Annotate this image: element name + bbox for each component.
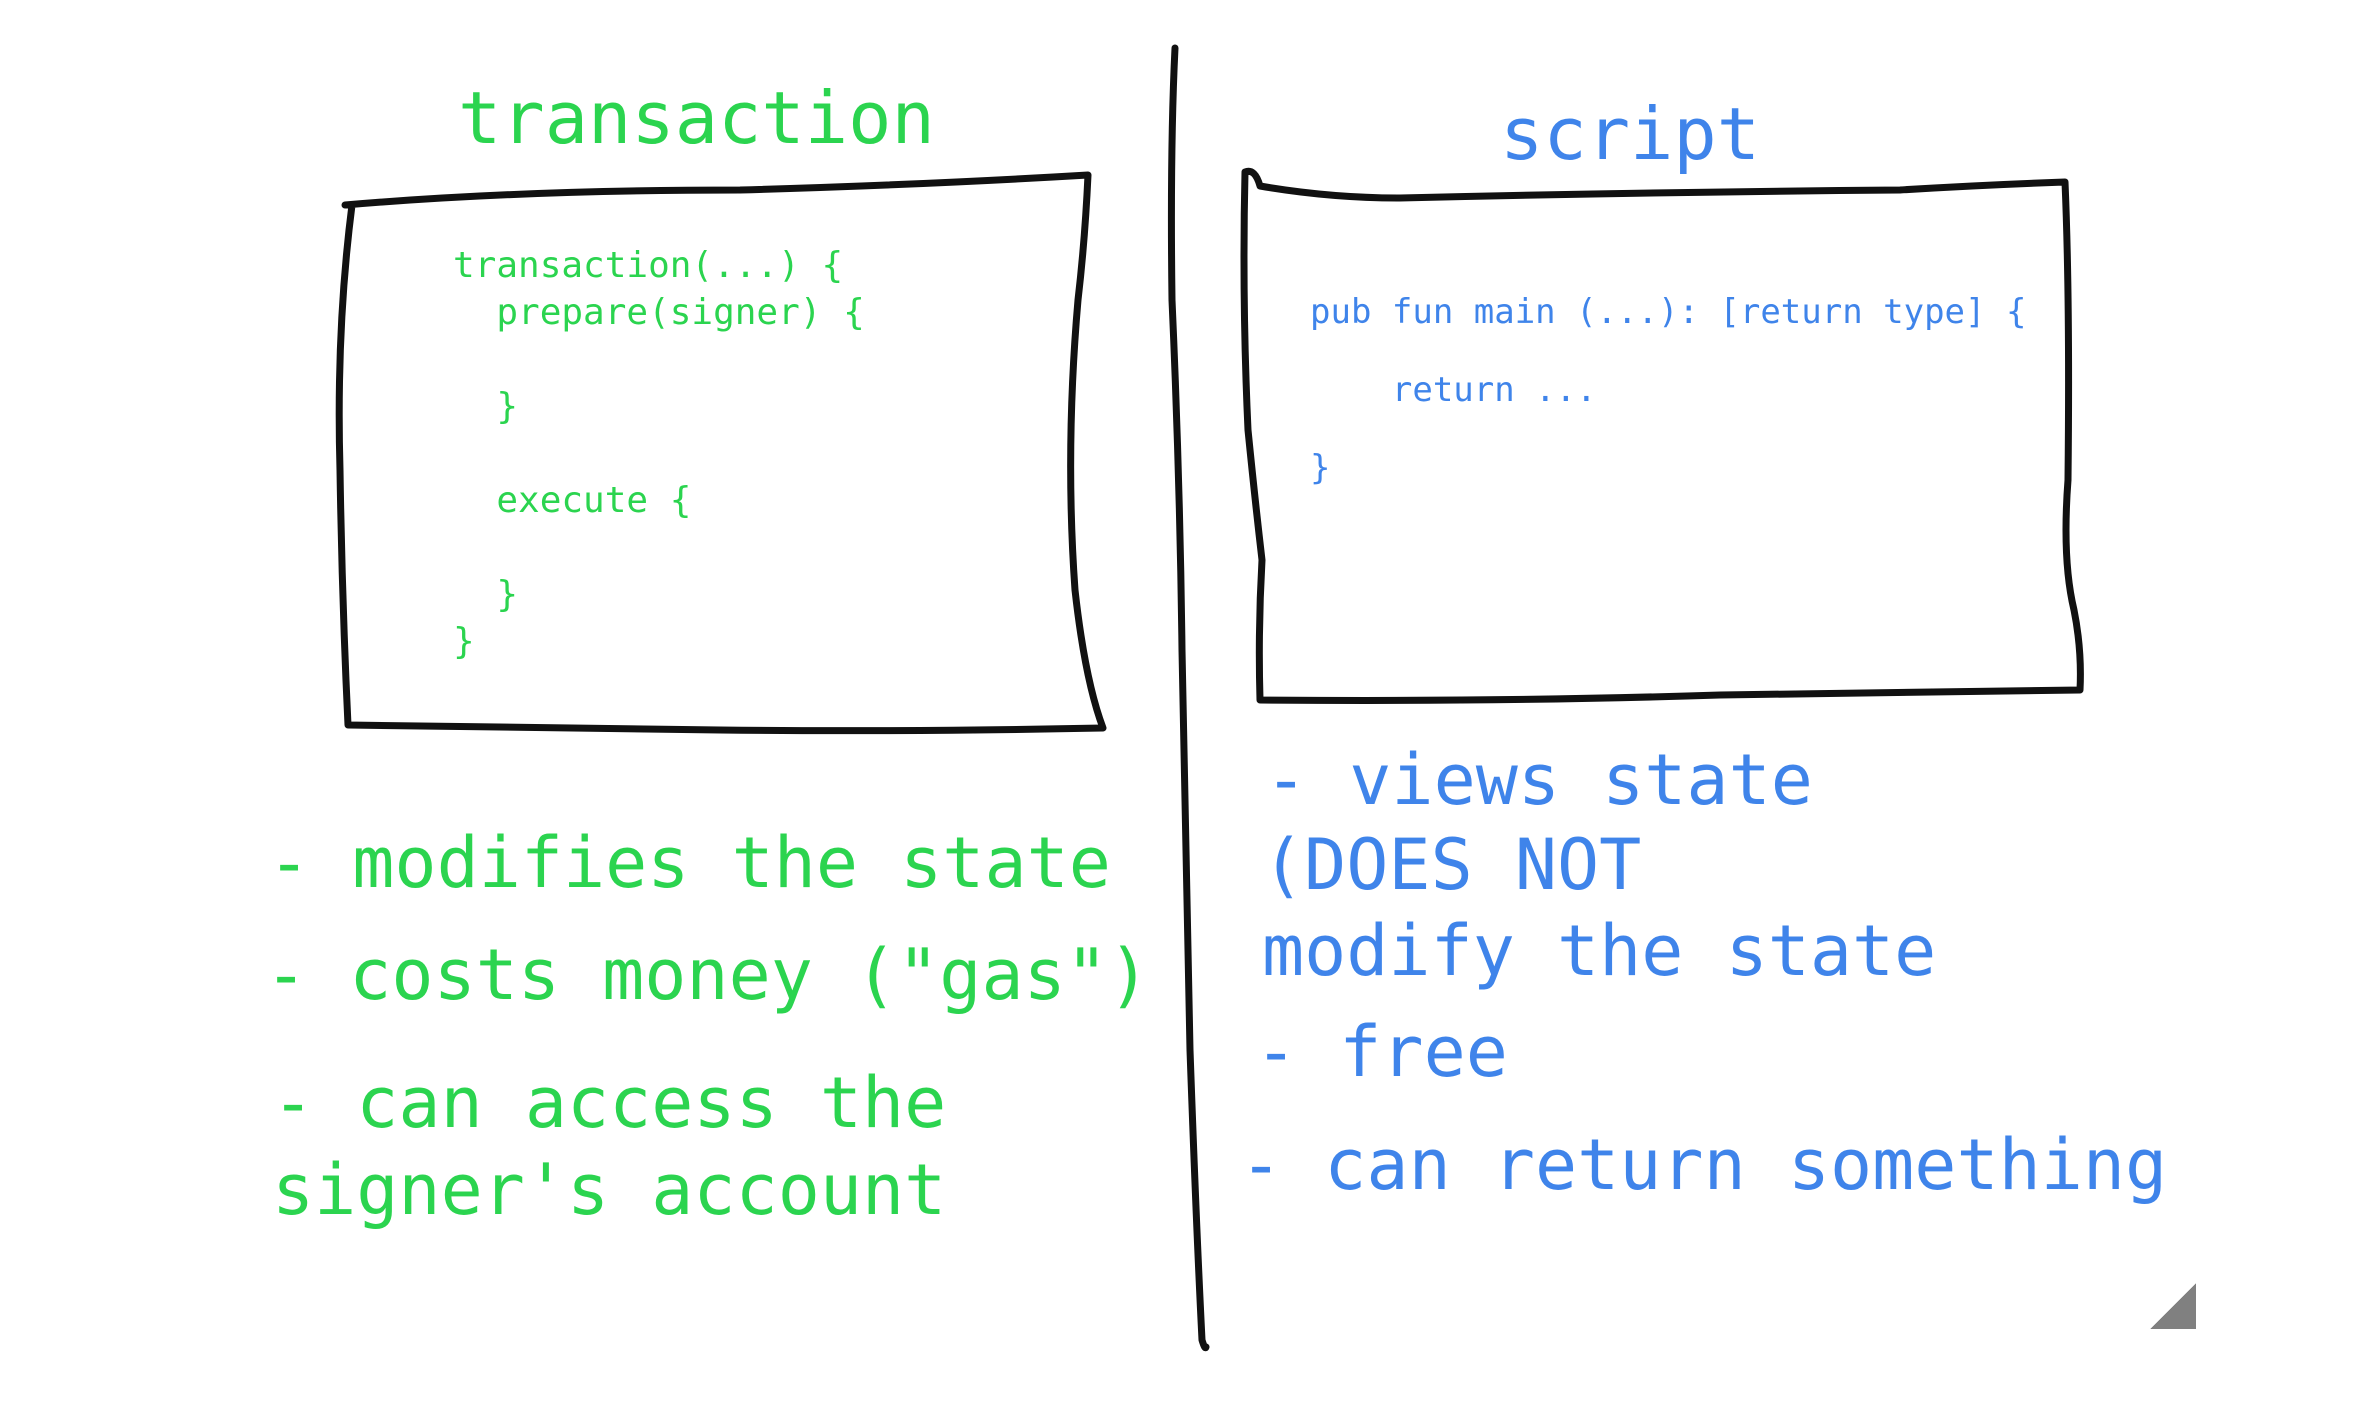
resize-corner-icon[interactable] bbox=[2150, 1283, 2196, 1329]
note-line: signer's account bbox=[272, 1149, 947, 1231]
code-line: execute { bbox=[453, 480, 692, 521]
code-line: } bbox=[453, 621, 475, 662]
code-line: prepare(signer) { bbox=[453, 292, 865, 333]
script-title: script bbox=[1500, 92, 1761, 176]
code-line: } bbox=[453, 574, 519, 615]
note-line: - can access the bbox=[272, 1062, 947, 1144]
note-line: - costs money ("gas") bbox=[265, 934, 1151, 1016]
script-box bbox=[1240, 167, 2084, 704]
center-divider bbox=[1167, 44, 1210, 1352]
note-line: - modifies the state bbox=[268, 822, 1111, 904]
code-line: transaction(...) { bbox=[453, 245, 844, 286]
code-line: } bbox=[453, 386, 519, 427]
code-line: pub fun main (...): [return type] { bbox=[1310, 292, 2027, 332]
transaction-title: transaction bbox=[458, 76, 935, 160]
note-line: - can return something bbox=[1240, 1124, 2168, 1206]
note-line: - free bbox=[1255, 1011, 1508, 1093]
note-line: - views state bbox=[1265, 739, 1813, 821]
note-line: (DOES NOT bbox=[1262, 824, 1642, 906]
code-line: return ... bbox=[1310, 370, 1597, 410]
code-line: } bbox=[1310, 448, 1331, 488]
note-line: modify the state bbox=[1262, 910, 1937, 992]
